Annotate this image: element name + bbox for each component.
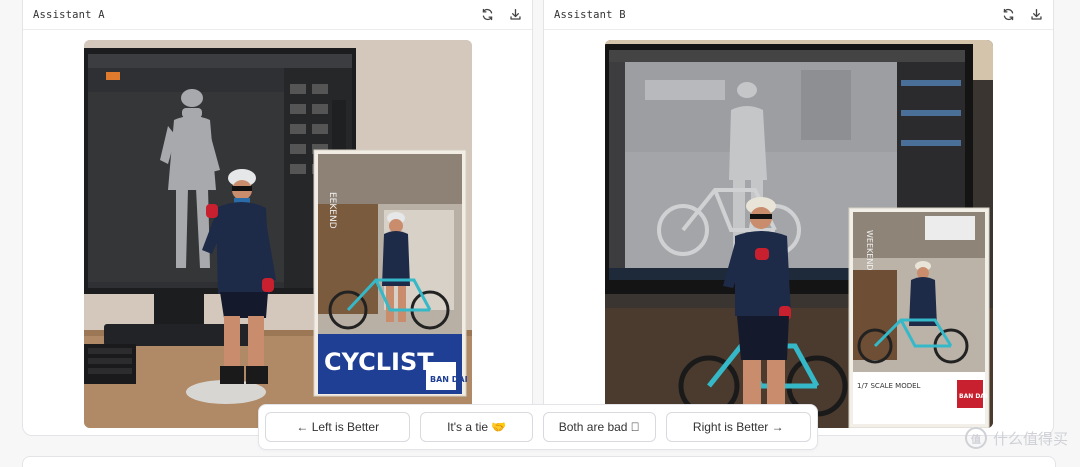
refresh-icon[interactable] [480, 8, 494, 22]
panel-header: Assistant A [23, 0, 532, 30]
box-caption: 1/7 SCALE MODEL [857, 382, 921, 390]
box-side-sign: EEKEND [327, 192, 337, 229]
box-side-sign: WEEKEND [865, 230, 874, 270]
assistant-b-panel: Assistant B WEEKEND 1/7 SCALE MODEL BAN … [543, 0, 1054, 436]
watermark-logo: 值 [964, 427, 987, 449]
panel-header: Assistant B [544, 0, 1053, 30]
watermark-text: 什么值得买 [992, 429, 1068, 448]
download-icon[interactable] [1029, 8, 1043, 22]
tie-button[interactable]: It's a tie 🤝 [420, 412, 533, 442]
panel-actions [1001, 8, 1043, 22]
panel-actions [480, 8, 522, 22]
watermark: 值 什么值得买 [964, 427, 1068, 449]
refresh-icon[interactable] [1001, 8, 1015, 22]
generated-image-a: EEKEND CYCLIST BAN DAI [84, 40, 472, 428]
generated-image-b: WEEKEND 1/7 SCALE MODEL BAN DAI [605, 40, 993, 428]
box-title: CYCLIST [324, 348, 434, 376]
box-brand: BAN DAI [430, 375, 468, 384]
vote-bar: ← Left is Better It's a tie 🤝 Both are b… [258, 404, 818, 450]
right-is-better-button[interactable]: Right is Better → [665, 412, 811, 442]
panel-title: Assistant B [554, 8, 626, 21]
left-is-better-button[interactable]: ← Left is Better [265, 412, 411, 442]
download-icon[interactable] [508, 8, 522, 22]
assistant-a-panel: Assistant A EEKEND CYCLIST BAN DAI [22, 0, 533, 436]
both-bad-button[interactable]: Both are bad ⃠ [543, 412, 656, 442]
next-panel-edge [22, 456, 1056, 467]
panel-title: Assistant A [33, 8, 105, 21]
box-brand: BAN DAI [959, 393, 987, 400]
